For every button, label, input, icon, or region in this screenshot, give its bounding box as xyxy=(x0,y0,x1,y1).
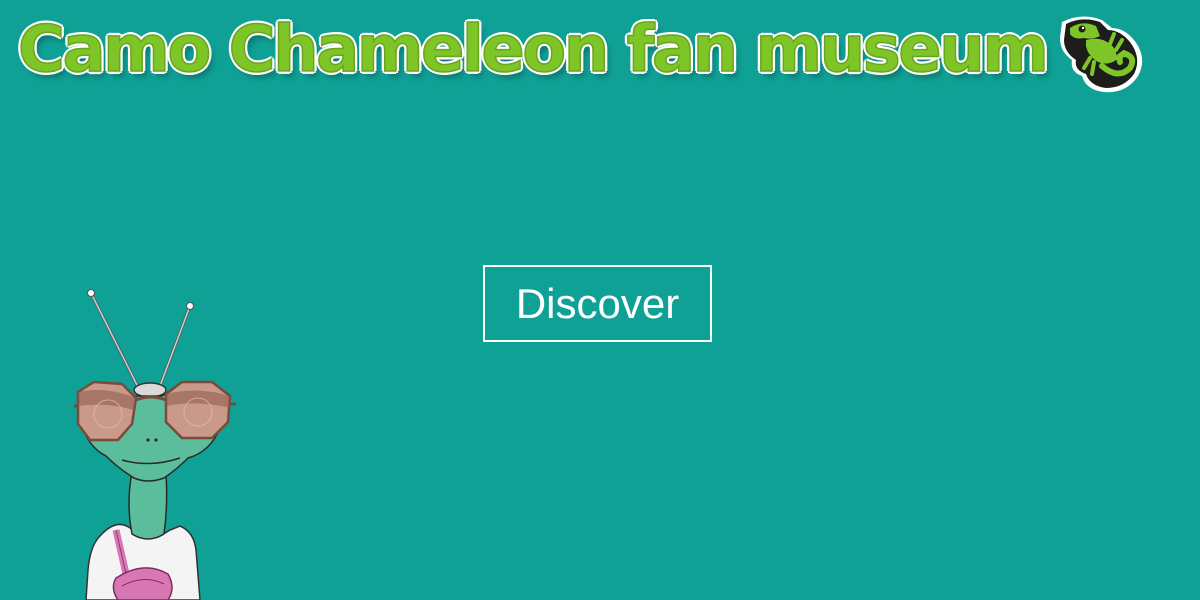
chameleon-mascot-illustration xyxy=(74,289,236,600)
discover-button[interactable]: Discover xyxy=(483,265,712,342)
site-title: Camo Chameleon fan museum xyxy=(17,13,1049,87)
chameleon-logo-icon xyxy=(1060,16,1143,93)
